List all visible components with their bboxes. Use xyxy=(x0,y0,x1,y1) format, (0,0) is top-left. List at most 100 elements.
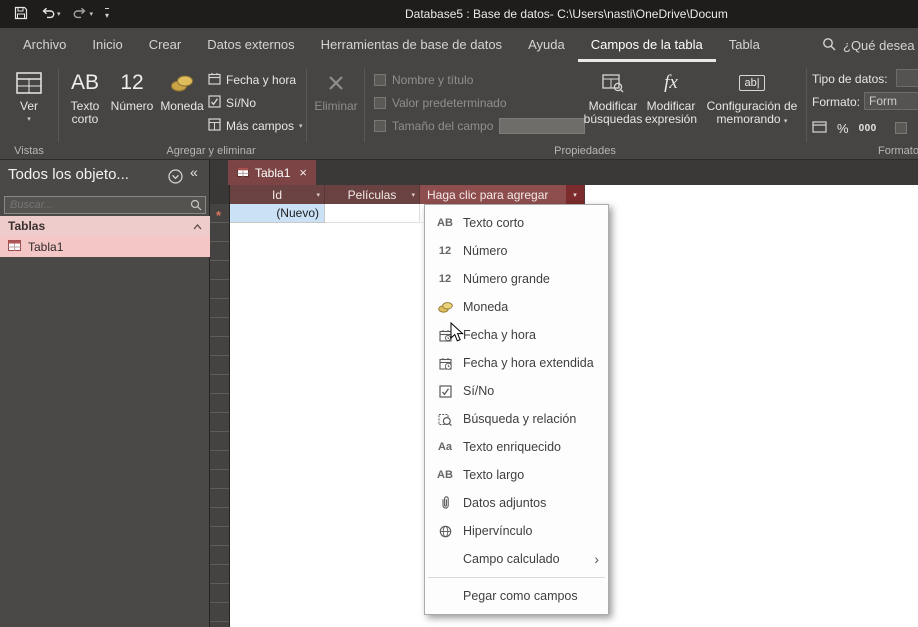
si-no-button[interactable]: Sí/No xyxy=(208,93,256,113)
formato-label: Formato: xyxy=(812,95,861,109)
nav-section-tablas[interactable]: Tablas xyxy=(0,216,210,236)
ver-button[interactable]: Ver ▾ xyxy=(6,66,52,146)
redo-button[interactable]: ▾ xyxy=(69,4,98,25)
configuracion-memorando-button[interactable]: ab| Configuración de memorando ▾ xyxy=(702,66,802,146)
valor-predeterminado-button[interactable]: Valor predeterminado xyxy=(374,95,507,111)
currency-format-icon[interactable] xyxy=(812,120,827,136)
nombre-y-titulo-button[interactable]: Nombre y título xyxy=(374,72,473,88)
delete-icon xyxy=(327,66,345,100)
select-all-corner[interactable] xyxy=(210,185,230,204)
menu-item-numero[interactable]: 12 Número xyxy=(425,237,608,265)
tipo-de-datos-dropdown[interactable] xyxy=(896,69,918,87)
shutter-bar-collapse-icon[interactable]: « xyxy=(190,164,198,180)
redo-icon xyxy=(73,7,88,22)
lookup-table-icon xyxy=(602,66,624,100)
rich-text-icon: Aa xyxy=(437,441,453,453)
tell-me-search[interactable]: ¿Qué desea xyxy=(822,28,915,62)
ribbon-tab-tabla[interactable]: Tabla xyxy=(716,28,773,62)
menu-item-texto-corto[interactable]: AB Texto corto xyxy=(425,209,608,237)
nav-search-box[interactable] xyxy=(4,195,206,214)
percent-format-icon[interactable]: % xyxy=(837,121,849,136)
eliminar-button[interactable]: Eliminar xyxy=(310,66,362,146)
save-button[interactable] xyxy=(10,3,32,26)
number-icon: 12 xyxy=(120,71,144,94)
menu-item-label: Búsqueda y relación xyxy=(463,412,577,426)
group-separator xyxy=(58,68,59,142)
column-header-label: Id xyxy=(271,187,282,202)
submenu-arrow-icon: › xyxy=(594,551,599,567)
ribbon-tab-bar: Archivo Inicio Crear Datos externos Herr… xyxy=(0,28,918,62)
customize-toolbar-icon: ▾ xyxy=(105,8,110,20)
search-icon xyxy=(822,37,836,54)
fx-icon: fx xyxy=(664,72,678,93)
menu-item-datos-adjuntos[interactable]: Datos adjuntos xyxy=(425,489,608,517)
window-title: Database5 : Base de datos- C:\Users\nast… xyxy=(405,7,728,21)
modificar-expresion-button[interactable]: fx Modificar expresión xyxy=(642,66,700,146)
decimal-format-icon[interactable] xyxy=(894,122,907,134)
menu-item-texto-enriquecido[interactable]: Aa Texto enriquecido xyxy=(425,433,608,461)
date-time-icon xyxy=(208,72,221,88)
menu-item-moneda[interactable]: Moneda xyxy=(425,293,608,321)
nav-search-input[interactable] xyxy=(4,196,206,214)
nav-item-label: Tabla1 xyxy=(28,239,64,254)
menu-item-numero-grande[interactable]: 12 Número grande xyxy=(425,265,608,293)
nav-pane-menu-icon[interactable] xyxy=(168,169,183,189)
filter-dropdown-icon[interactable]: ▾ xyxy=(411,191,415,199)
add-field-dropdown-button[interactable]: ▾ xyxy=(566,185,584,204)
menu-item-si-no[interactable]: Sí/No xyxy=(425,377,608,405)
filter-dropdown-icon[interactable]: ▾ xyxy=(316,191,320,199)
texto-corto-button[interactable]: AB Texto corto xyxy=(62,66,108,146)
column-header-id[interactable]: Id ▾ xyxy=(230,185,325,204)
thousands-format-icon[interactable]: 000 xyxy=(859,123,877,134)
menu-item-busqueda-y-relacion[interactable]: Búsqueda y relación xyxy=(425,405,608,433)
ribbon-tab-archivo[interactable]: Archivo xyxy=(10,28,79,62)
menu-item-label: Sí/No xyxy=(463,384,495,398)
column-header-peliculas[interactable]: Películas ▾ xyxy=(325,185,420,204)
group-label-propiedades: Propiedades xyxy=(554,145,616,157)
modificar-busquedas-button[interactable]: Modificar búsquedas xyxy=(584,66,642,146)
menu-item-label: Texto corto xyxy=(463,216,525,230)
tamano-del-campo-label: Tamaño del campo xyxy=(392,119,494,133)
menu-item-label: Número xyxy=(463,244,508,258)
new-record-marker: * xyxy=(216,208,222,223)
navigation-pane: Todos los objeto... « Tablas Tabla1 xyxy=(0,160,210,627)
lookup-icon xyxy=(433,413,457,426)
menu-item-campo-calculado[interactable]: Campo calculado › xyxy=(425,545,608,573)
menu-item-texto-largo[interactable]: AB Texto largo xyxy=(425,461,608,489)
ribbon-tab-herramientas[interactable]: Herramientas de base de datos xyxy=(308,28,515,62)
cell-id-new[interactable]: (Nuevo) xyxy=(230,204,325,223)
add-field-label: Haga clic para agregar xyxy=(427,187,549,202)
nav-pane-title[interactable]: Todos los objeto... xyxy=(8,166,129,183)
menu-item-hipervinculo[interactable]: Hipervínculo xyxy=(425,517,608,545)
close-icon[interactable]: × xyxy=(299,166,307,179)
ver-label: Ver xyxy=(19,99,38,113)
ribbon-tab-ayuda[interactable]: Ayuda xyxy=(515,28,578,62)
nav-item-tabla1[interactable]: Tabla1 xyxy=(0,236,210,257)
column-header-add-field[interactable]: Haga clic para agregar ▾ xyxy=(420,185,585,204)
title-bar: ▾ ▾ ▾ Database5 : Base de datos- C:\User… xyxy=(0,0,918,28)
group-separator xyxy=(364,68,365,142)
ribbon-tab-datos-externos[interactable]: Datos externos xyxy=(194,28,307,62)
ribbon-tab-inicio[interactable]: Inicio xyxy=(79,28,135,62)
record-selector-column[interactable]: * xyxy=(210,204,230,627)
document-tab-tabla1[interactable]: Tabla1 × xyxy=(228,160,316,185)
cell-peliculas-new[interactable] xyxy=(325,204,420,223)
customize-quick-access-button[interactable]: ▾ xyxy=(101,5,113,23)
fecha-y-hora-button[interactable]: Fecha y hora xyxy=(208,70,296,90)
nav-section-label: Tablas xyxy=(8,219,46,233)
menu-item-fecha-y-hora-extendida[interactable]: Fecha y hora extendida xyxy=(425,349,608,377)
undo-button[interactable]: ▾ xyxy=(36,4,65,25)
ribbon-tab-campos-de-la-tabla[interactable]: Campos de la tabla xyxy=(578,28,716,62)
numero-button[interactable]: 12 Número xyxy=(110,66,154,146)
menu-item-label: Texto largo xyxy=(463,468,525,482)
tamano-del-campo-row: Tamaño del campo xyxy=(374,118,586,134)
eliminar-label: Eliminar xyxy=(314,99,358,113)
moneda-button[interactable]: Moneda xyxy=(156,66,208,146)
ribbon-tab-crear[interactable]: Crear xyxy=(136,28,195,62)
formato-dropdown[interactable]: Form xyxy=(864,92,918,110)
numero-label: Número xyxy=(110,99,154,113)
mas-campos-button[interactable]: Más campos ▾ xyxy=(208,116,303,136)
menu-item-pegar-como-campos[interactable]: Pegar como campos xyxy=(425,582,608,610)
field-size-input[interactable] xyxy=(499,118,586,134)
document-tab-label: Tabla1 xyxy=(255,165,291,180)
